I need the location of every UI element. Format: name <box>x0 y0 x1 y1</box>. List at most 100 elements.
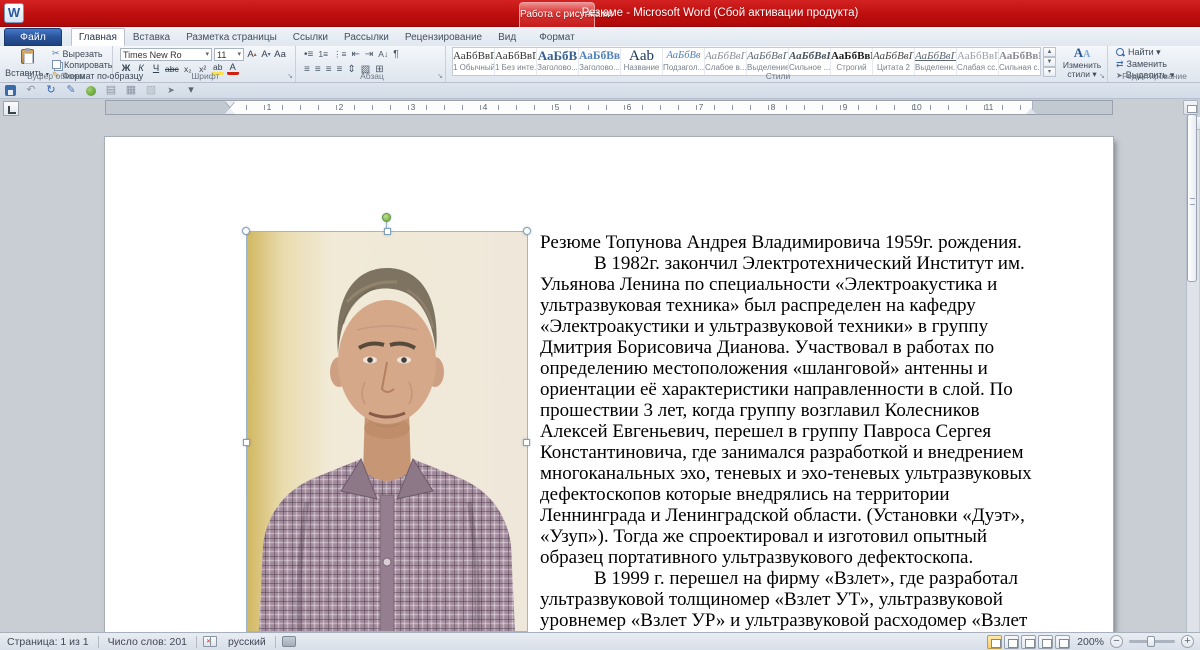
ribbon-tab[interactable]: Вид <box>490 28 524 46</box>
resize-handle-right[interactable] <box>523 439 530 446</box>
text-line[interactable]: ультразвуковой толщиномер «Взлет УТ», ул… <box>540 589 1115 610</box>
ribbon-tab[interactable]: Рецензирование <box>397 28 490 46</box>
group-paragraph: •≡ 1≡ ⋮≡ ⇤ ⇥ А↓ ¶ ≡ ≡ ≡ ≡ ⇕ ▧ ⊞ Абзац ↘ <box>299 46 446 82</box>
resize-handle-left[interactable] <box>243 439 250 446</box>
document-text[interactable]: Резюме Топунова Андрея Владимировича 195… <box>540 232 1115 631</box>
tab-file[interactable]: Файл <box>4 28 62 46</box>
group-font: Times New Ro▾ 11▾ А А Аа Ж К Ч abc x₂ x²… <box>116 46 296 82</box>
find-button[interactable]: Найти ▾ <box>1116 48 1174 57</box>
spellcheck-icon[interactable] <box>203 636 217 647</box>
text-line[interactable]: «Узуп»). Тогда же спроектировал и изгото… <box>540 526 1115 547</box>
font-dialog-launcher[interactable]: ↘ <box>287 73 293 81</box>
bullet-list-icon[interactable]: •≡ <box>304 49 313 60</box>
view-mode-button[interactable] <box>987 635 1002 649</box>
shrink-font-button[interactable]: А <box>260 49 272 61</box>
decrease-indent-icon[interactable]: ⇤ <box>352 49 360 60</box>
view-mode-buttons <box>986 635 1071 649</box>
paragraph-dialog-launcher[interactable]: ↘ <box>437 73 443 81</box>
qat-icon[interactable] <box>24 84 38 97</box>
ribbon-tab[interactable]: Вставка <box>125 28 178 46</box>
qat-icon[interactable] <box>4 84 18 97</box>
page[interactable]: Резюме Топунова Андрея Владимировича 195… <box>105 137 1113 632</box>
hanging-indent-marker[interactable] <box>225 108 235 114</box>
qat-icon[interactable] <box>84 84 98 97</box>
ribbon-tab[interactable]: Ссылки <box>285 28 336 46</box>
text-line[interactable]: Леннинграда и Ленинградской области. (Ус… <box>540 505 1115 526</box>
styles-scroll-down[interactable]: ▼ <box>1043 57 1056 67</box>
resize-handle-top-left[interactable] <box>242 227 250 235</box>
font-size-combo[interactable]: 11▾ <box>214 48 244 61</box>
paste-button[interactable]: Вставить ▾ <box>4 48 50 72</box>
text-line[interactable]: многоканальных эхо, теневых и эхо-теневы… <box>540 463 1115 484</box>
text-line[interactable]: Дмитрия Борисовича Дианова. Участвовал в… <box>540 337 1115 358</box>
ribbon-tab[interactable]: Главная <box>71 28 125 46</box>
numbered-list-icon[interactable]: 1≡ <box>318 49 328 60</box>
pilcrow-icon[interactable]: ¶ <box>393 49 398 60</box>
text-line[interactable]: Константиновича, где занимался разработк… <box>540 442 1115 463</box>
font-name-combo[interactable]: Times New Ro▾ <box>120 48 212 61</box>
text-line[interactable]: образец портативного ультразвукового деф… <box>540 547 1115 568</box>
page-indicator[interactable]: Страница: 1 из 1 <box>0 636 96 648</box>
language-indicator[interactable]: русский <box>221 636 273 648</box>
sort-icon[interactable]: А↓ <box>378 49 388 60</box>
resize-handle-top-center[interactable] <box>384 228 391 235</box>
text-line[interactable]: уровнемер «Взлет УР» и ультразвуковой ра… <box>540 610 1115 631</box>
text-line[interactable]: Резюме Топунова Андрея Владимировича 195… <box>540 232 1115 253</box>
tab-format[interactable]: Формат <box>531 28 583 46</box>
text-line[interactable]: Алексей Евгеньевич, перешел в группу Пав… <box>540 421 1115 442</box>
portrait-photo-image <box>247 232 527 632</box>
text-line[interactable]: прошествии 3 лет, когда группу возглавил… <box>540 400 1115 421</box>
ribbon-tab[interactable]: Разметка страницы <box>178 28 285 46</box>
text-line[interactable]: ориентации её характеристики направленно… <box>540 379 1115 400</box>
qat-icon[interactable] <box>124 84 138 97</box>
right-indent-marker[interactable] <box>1026 108 1036 114</box>
qat-icon[interactable] <box>144 84 158 97</box>
change-case-button[interactable]: Аа <box>274 49 286 61</box>
ribbon-tab-row: Файл ГлавнаяВставкаРазметка страницыСсыл… <box>0 27 1200 46</box>
view-mode-button[interactable] <box>1004 635 1019 649</box>
ribbon: Вставить ▾ ✂Вырезать Копировать ✎Формат … <box>0 46 1200 83</box>
styles-scroll-up[interactable]: ▲ <box>1043 47 1056 57</box>
word-app-icon[interactable]: W <box>4 3 24 23</box>
text-line[interactable]: В 1982г. закончил Электротехнический Инс… <box>540 253 1115 274</box>
multilevel-list-icon[interactable]: ⋮≡ <box>333 49 346 60</box>
change-styles-icon: АА <box>1059 47 1105 61</box>
portrait-photo[interactable] <box>247 232 527 632</box>
text-line[interactable]: дефектоскопов которые внедрялись на терр… <box>540 484 1115 505</box>
qat-icon[interactable] <box>184 84 198 97</box>
qat-icon[interactable] <box>64 84 78 97</box>
text-line[interactable]: ультразвуковая техника» был распределен … <box>540 295 1115 316</box>
rotation-handle[interactable] <box>382 213 391 222</box>
zoom-in-button[interactable]: + <box>1181 635 1194 648</box>
text-line[interactable]: «Электроакустики и ультразвуковой техник… <box>540 316 1115 337</box>
view-mode-button[interactable] <box>1038 635 1053 649</box>
replace-button[interactable]: ⇄Заменить <box>1116 60 1174 69</box>
grow-font-button[interactable]: А <box>246 49 258 61</box>
clipboard-dialog-launcher[interactable]: ↘ <box>104 73 110 81</box>
zoom-slider[interactable] <box>1129 640 1175 643</box>
tab-selector[interactable] <box>3 101 19 116</box>
qat-icon[interactable] <box>164 84 178 97</box>
replace-icon: ⇄ <box>1116 59 1124 70</box>
vertical-scrollbar-thumb[interactable] <box>1187 114 1197 282</box>
zoom-out-button[interactable]: − <box>1110 635 1123 648</box>
keyboard-language-icon[interactable] <box>282 636 296 647</box>
styles-dialog-launcher[interactable]: ↘ <box>1099 73 1105 81</box>
text-line[interactable]: В 1999 г. перешел на фирму «Взлет», где … <box>540 568 1115 589</box>
zoom-slider-thumb[interactable] <box>1147 636 1155 647</box>
view-mode-button[interactable] <box>1055 635 1070 649</box>
ruler-toggle-button[interactable] <box>1183 100 1198 115</box>
word-window: W Работа с рисунками Резюме - Microsoft … <box>0 0 1200 650</box>
text-line[interactable]: определению местоположения «шланговой» а… <box>540 358 1115 379</box>
qat-icon[interactable] <box>44 84 58 97</box>
view-mode-button[interactable] <box>1021 635 1036 649</box>
ribbon-tabs: ГлавнаяВставкаРазметка страницыСсылкиРас… <box>71 28 524 46</box>
word-count[interactable]: Число слов: 201 <box>101 636 194 648</box>
resize-handle-top-right[interactable] <box>523 227 531 235</box>
text-line[interactable]: Ульянова Ленина по специальности «Электр… <box>540 274 1115 295</box>
qat-icon[interactable] <box>104 84 118 97</box>
zoom-level[interactable]: 200% <box>1071 636 1110 648</box>
ribbon-tab[interactable]: Рассылки <box>336 28 397 46</box>
increase-indent-icon[interactable]: ⇥ <box>365 49 373 60</box>
first-line-indent-marker[interactable] <box>225 101 235 107</box>
